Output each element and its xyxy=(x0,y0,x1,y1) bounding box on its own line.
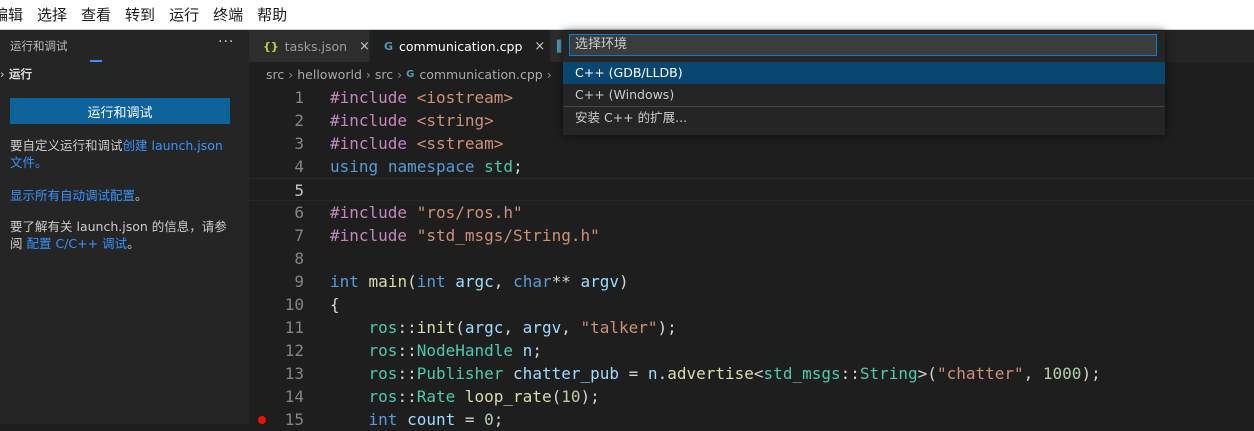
menu-edit[interactable]: 编辑 xyxy=(0,4,23,25)
code-text: #include "ros/ros.h" xyxy=(330,203,523,222)
menu-selection[interactable]: 选择 xyxy=(37,4,67,25)
tab-partial[interactable]: ▌ xyxy=(551,30,565,62)
line-number: 12 xyxy=(284,341,304,360)
custom-run-text: 要自定义运行和调试创建 launch.json 文件。 xyxy=(10,137,235,171)
code-text: ros::Rate loop_rate(10); xyxy=(368,387,600,406)
quickpick-item-windows[interactable]: C++ (Windows) xyxy=(563,84,1165,106)
code-line: 7 #include "std_msgs/String.h" xyxy=(249,224,1254,247)
section-label: 运行 xyxy=(9,67,32,81)
line-number: 3 xyxy=(294,134,304,153)
code-line: 4 using namespace std; xyxy=(249,155,1254,178)
configure-cpp-debug-link[interactable]: 配置 C/C++ 调试 xyxy=(27,236,128,251)
menu-go[interactable]: 转到 xyxy=(125,4,155,25)
code-text: #include <sstream> xyxy=(330,134,504,153)
show-auto-debug-text: 显示所有自动调试配置。 xyxy=(10,187,235,204)
code-text: int main(int argc, char** argv) xyxy=(330,272,629,291)
file-link[interactable]: 文件。 xyxy=(10,155,48,170)
close-icon[interactable]: × xyxy=(534,39,545,54)
quickpick-item-gdb-lldb[interactable]: C++ (GDB/LLDB) xyxy=(563,62,1165,84)
code-line: 8 xyxy=(249,247,1254,270)
line-number: 10 xyxy=(284,295,304,314)
sidebar-title: 运行和调试 xyxy=(10,39,68,53)
code-line: 13 ros::Publisher chatter_pub = n.advert… xyxy=(249,362,1254,385)
tab-tasks-json[interactable]: {} tasks.json × xyxy=(249,30,370,62)
chevron-right-icon: › xyxy=(288,66,294,82)
json-icon: {} xyxy=(263,39,279,53)
run-and-debug-button[interactable]: 运行和调试 xyxy=(10,98,230,124)
line-number: 13 xyxy=(284,364,304,383)
more-actions-icon[interactable]: ··· xyxy=(218,34,234,50)
period-text: 。 xyxy=(135,188,148,203)
code-text: #include <string> xyxy=(330,111,494,130)
learn-launch-json-text: 要了解有关 launch.json 的信息，请参阅 配置 C/C++ 调试。 xyxy=(10,218,235,252)
chevron-right-icon: › xyxy=(365,66,371,82)
code-text: ros::NodeHandle n; xyxy=(368,341,542,360)
period-text-2: 。 xyxy=(127,236,140,251)
code-line: 9 int main(int argc, char** argv) xyxy=(249,270,1254,293)
line-number: 15 xyxy=(284,410,304,429)
code-line: 10 { xyxy=(249,293,1254,316)
show-auto-debug-link[interactable]: 显示所有自动调试配置 xyxy=(10,188,135,203)
line-number: 6 xyxy=(294,203,304,222)
chevron-down-icon: › xyxy=(0,67,5,81)
close-icon[interactable]: × xyxy=(359,39,370,54)
code-line-current: 5 xyxy=(249,178,1254,201)
quick-pick-dropdown: 选择环境 C++ (GDB/LLDB) C++ (Windows) 安装 C++… xyxy=(563,31,1165,135)
breadcrumb-item[interactable]: helloworld xyxy=(297,67,362,82)
menu-run[interactable]: 运行 xyxy=(169,4,199,25)
sidebar-active-indicator xyxy=(90,60,102,62)
code-text: #include <iostream> xyxy=(330,88,514,107)
custom-run-label: 要自定义运行和调试 xyxy=(10,138,123,153)
menu-help[interactable]: 帮助 xyxy=(257,4,287,25)
code-line: 11 ros::init(argc, argv, "talker"); xyxy=(249,316,1254,339)
code-line: 6 #include "ros/ros.h" xyxy=(249,201,1254,224)
menu-view[interactable]: 查看 xyxy=(81,4,111,25)
line-number: 9 xyxy=(294,272,304,291)
code-text: int count = 0; xyxy=(368,410,504,429)
line-number: 8 xyxy=(294,249,304,268)
quickpick-item-install-extensions[interactable]: 安装 C++ 的扩展... xyxy=(563,107,1165,129)
line-number: 1 xyxy=(294,88,304,107)
code-line: 3 #include <sstream> xyxy=(249,132,1254,155)
code-line: 14 ros::Rate loop_rate(10); xyxy=(249,385,1254,408)
code-text: ros::init(argc, argv, "talker"); xyxy=(368,318,677,337)
code-text: ros::Publisher chatter_pub = n.advertise… xyxy=(368,364,1101,383)
code-editor[interactable]: 1 #include <iostream> 2 #include <string> … xyxy=(249,86,1254,429)
line-number: 11 xyxy=(284,318,304,337)
run-debug-sidebar: 运行和调试 ··· › 运行 运行和调试 要自定义运行和调试创建 launch.j… xyxy=(0,30,249,424)
cpp-file-icon: G xyxy=(406,68,415,80)
chevron-right-icon: › xyxy=(546,66,552,82)
menu-terminal[interactable]: 终端 xyxy=(213,4,243,25)
breadcrumb-item[interactable]: src xyxy=(266,67,284,82)
code-text: #include "std_msgs/String.h" xyxy=(330,226,600,245)
line-number: 2 xyxy=(294,111,304,130)
breadcrumb-item[interactable]: communication.cpp xyxy=(419,67,542,82)
tab-communication-cpp[interactable]: G communication.cpp × xyxy=(370,30,550,62)
menu-bar: 编辑 选择 查看 转到 运行 终端 帮助 xyxy=(0,0,1254,30)
code-line: 12 ros::NodeHandle n; xyxy=(249,339,1254,362)
line-number: 4 xyxy=(294,157,304,176)
code-text: using namespace std; xyxy=(330,157,523,176)
line-number: 7 xyxy=(294,226,304,245)
tab-label: communication.cpp xyxy=(399,38,523,54)
select-environment-input[interactable]: 选择环境 xyxy=(569,34,1157,56)
create-launch-json-link[interactable]: 创建 launch.json xyxy=(123,138,223,153)
code-line: 15 int count = 0; xyxy=(249,408,1254,431)
cpp-file-icon: G xyxy=(384,39,394,53)
line-number: 14 xyxy=(284,387,304,406)
breadcrumb-item[interactable]: src xyxy=(375,67,393,82)
section-header-run[interactable]: › 运行 xyxy=(0,66,32,82)
tab-label: tasks.json xyxy=(284,38,348,54)
chevron-right-icon: › xyxy=(397,66,403,82)
line-number: 5 xyxy=(294,181,304,200)
code-text: { xyxy=(330,295,340,314)
